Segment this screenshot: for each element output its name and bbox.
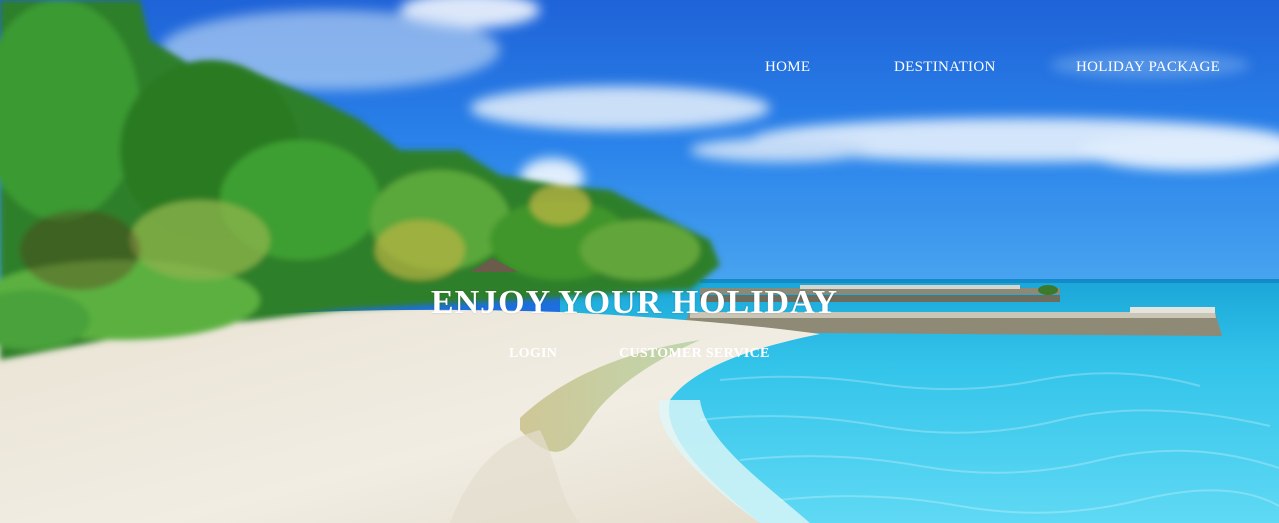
- nav-holiday-package-link[interactable]: HOLIDAY PACKAGE: [1076, 59, 1220, 76]
- hero-background-image: [0, 0, 1279, 523]
- login-link[interactable]: LOGIN: [509, 346, 557, 362]
- hero-section: HOME DESTINATION HOLIDAY PACKAGE ENJOY Y…: [0, 0, 1279, 523]
- hero-title: ENJOY YOUR HOLIDAY: [0, 284, 1279, 322]
- customer-service-link[interactable]: CUSTOMER SERVICE: [619, 346, 770, 362]
- nav-home-link[interactable]: HOME: [765, 59, 810, 76]
- nav-destination-link[interactable]: DESTINATION: [894, 59, 996, 76]
- hero-title-text: ENJOY YOUR HOLIDAY: [430, 284, 839, 321]
